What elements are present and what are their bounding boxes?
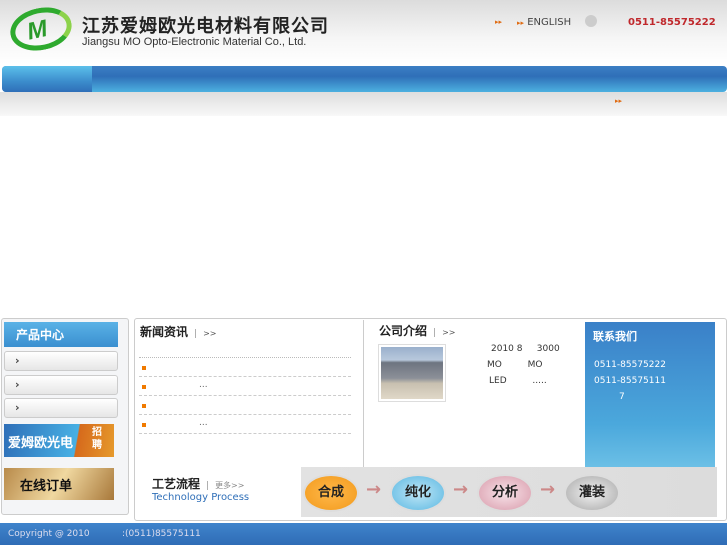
online-order-banner[interactable]: 在线订单 — [4, 468, 114, 500]
process-step[interactable]: 分析 — [477, 474, 533, 512]
about-text: 2010 8 3000 — [491, 344, 560, 354]
arrow-icon: ▸▸ — [517, 19, 525, 27]
contact-title: 联系我们 — [593, 330, 637, 343]
arrow-right-icon: → — [366, 479, 382, 500]
about-text: LED ..... — [489, 376, 547, 386]
company-photo[interactable] — [378, 344, 446, 402]
product-category[interactable]: › — [4, 398, 118, 418]
news-item[interactable] — [139, 397, 351, 415]
news-more-link[interactable]: >> — [203, 329, 216, 338]
arrow-right-icon: → — [453, 479, 469, 500]
about-header: 公司介绍 | >> — [379, 324, 456, 338]
about-text: MO MO — [487, 360, 543, 370]
recruit-banner[interactable]: 爱姆欧光电 招聘 — [4, 424, 114, 457]
process-step[interactable]: 纯化 — [390, 474, 446, 512]
bullet-icon — [142, 366, 146, 370]
contact-phone: 0511-85575222 — [594, 360, 666, 370]
company-name-en: Jiangsu MO Opto-Electronic Material Co.,… — [82, 36, 307, 48]
bullet-icon — [142, 385, 146, 389]
process-subtitle: Technology Process — [152, 492, 250, 503]
phone-icon — [585, 15, 597, 27]
bullet-icon — [142, 423, 146, 427]
process-more-link[interactable]: 更多>> — [215, 481, 244, 490]
news-header: 新闻资讯 | >> — [140, 325, 217, 339]
contact-phone: 0511-85575111 — [594, 376, 666, 386]
english-link[interactable]: ▸▸ ENGLISH — [517, 17, 571, 28]
company-name-cn: 江苏爱姆欧光电材料有限公司 — [82, 16, 329, 37]
product-center-title: 产品中心 — [4, 322, 118, 347]
main-nav — [2, 66, 727, 92]
product-category[interactable]: › — [4, 375, 118, 395]
bullet-icon — [142, 404, 146, 408]
divider — [363, 320, 364, 468]
arrow-icon: ▸▸ — [495, 18, 503, 26]
news-item[interactable]: ... — [139, 378, 351, 396]
footer-phone: :(0511)85575111 — [122, 529, 201, 539]
arrow-icon: ▸▸ — [615, 97, 623, 105]
header-phone: 0511-85575222 — [628, 17, 716, 28]
process-header: 工艺流程 | 更多>> — [152, 477, 245, 491]
about-more-link[interactable]: >> — [442, 328, 455, 337]
footer: Copyright @ 2010 :(0511)85575111 — [0, 523, 727, 545]
divider — [139, 357, 351, 358]
arrow-right-icon: → — [540, 479, 556, 500]
news-item[interactable] — [139, 359, 351, 377]
product-category[interactable]: › — [4, 351, 118, 371]
contact-panel: 联系我们 0511-85575222 0511-85575111 7 — [585, 322, 715, 468]
copyright: Copyright @ 2010 — [8, 529, 90, 539]
process-step[interactable]: 合成 — [303, 474, 359, 512]
process-step[interactable]: 灌装 — [564, 474, 620, 512]
news-item[interactable]: ... — [139, 416, 351, 434]
contact-text: 7 — [619, 392, 625, 402]
nav-item-home[interactable] — [2, 66, 92, 92]
